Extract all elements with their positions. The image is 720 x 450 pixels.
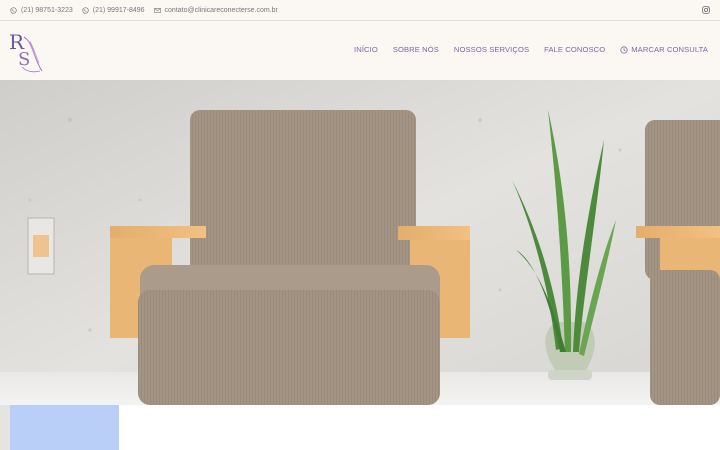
svg-text:S: S <box>18 49 30 70</box>
nav-inicio[interactable]: INÍCIO <box>354 45 378 54</box>
instagram-icon[interactable] <box>702 6 710 14</box>
phone-2-contact[interactable]: (21) 99917-8496 <box>82 7 145 14</box>
marcar-consulta-label: MARCAR CONSULTA <box>631 45 708 54</box>
nav-sobre-nos[interactable]: SOBRE NÓS <box>393 45 439 54</box>
nav-fale-conosco[interactable]: FALE CONOSCO <box>544 45 605 54</box>
phone-1-contact[interactable]: (21) 98751-3223 <box>10 7 73 14</box>
phone-1-text: (21) 98751-3223 <box>21 6 73 14</box>
email-contact[interactable]: contato@clinicareconecterse.com.br <box>153 6 278 14</box>
hero-image <box>0 80 720 405</box>
accent-box <box>10 405 119 450</box>
phone-2-text: (21) 99917-8496 <box>92 6 145 14</box>
top-contact-bar: (21) 98751-3223 (21) 99917-8496 contato@… <box>0 0 720 21</box>
marcar-consulta-button[interactable]: MARCAR CONSULTA <box>620 45 708 54</box>
whatsapp-icon <box>82 6 89 14</box>
nav-nossos-servicos[interactable]: NOSSOS SERVIÇOS <box>454 45 529 54</box>
whatsapp-icon <box>10 6 17 14</box>
calendar-icon <box>620 45 628 54</box>
clinic-logo[interactable]: R S <box>8 27 46 75</box>
main-navbar: R S INÍCIO SOBRE NÓS NOSSOS SERVIÇOS FAL… <box>0 21 720 80</box>
envelope-icon <box>153 7 161 14</box>
waiting-room-illustration <box>0 80 720 405</box>
main-menu: INÍCIO SOBRE NÓS NOSSOS SERVIÇOS FALE CO… <box>354 45 708 54</box>
section-edge <box>0 405 10 450</box>
email-text: contato@clinicareconecterse.com.br <box>164 6 278 14</box>
